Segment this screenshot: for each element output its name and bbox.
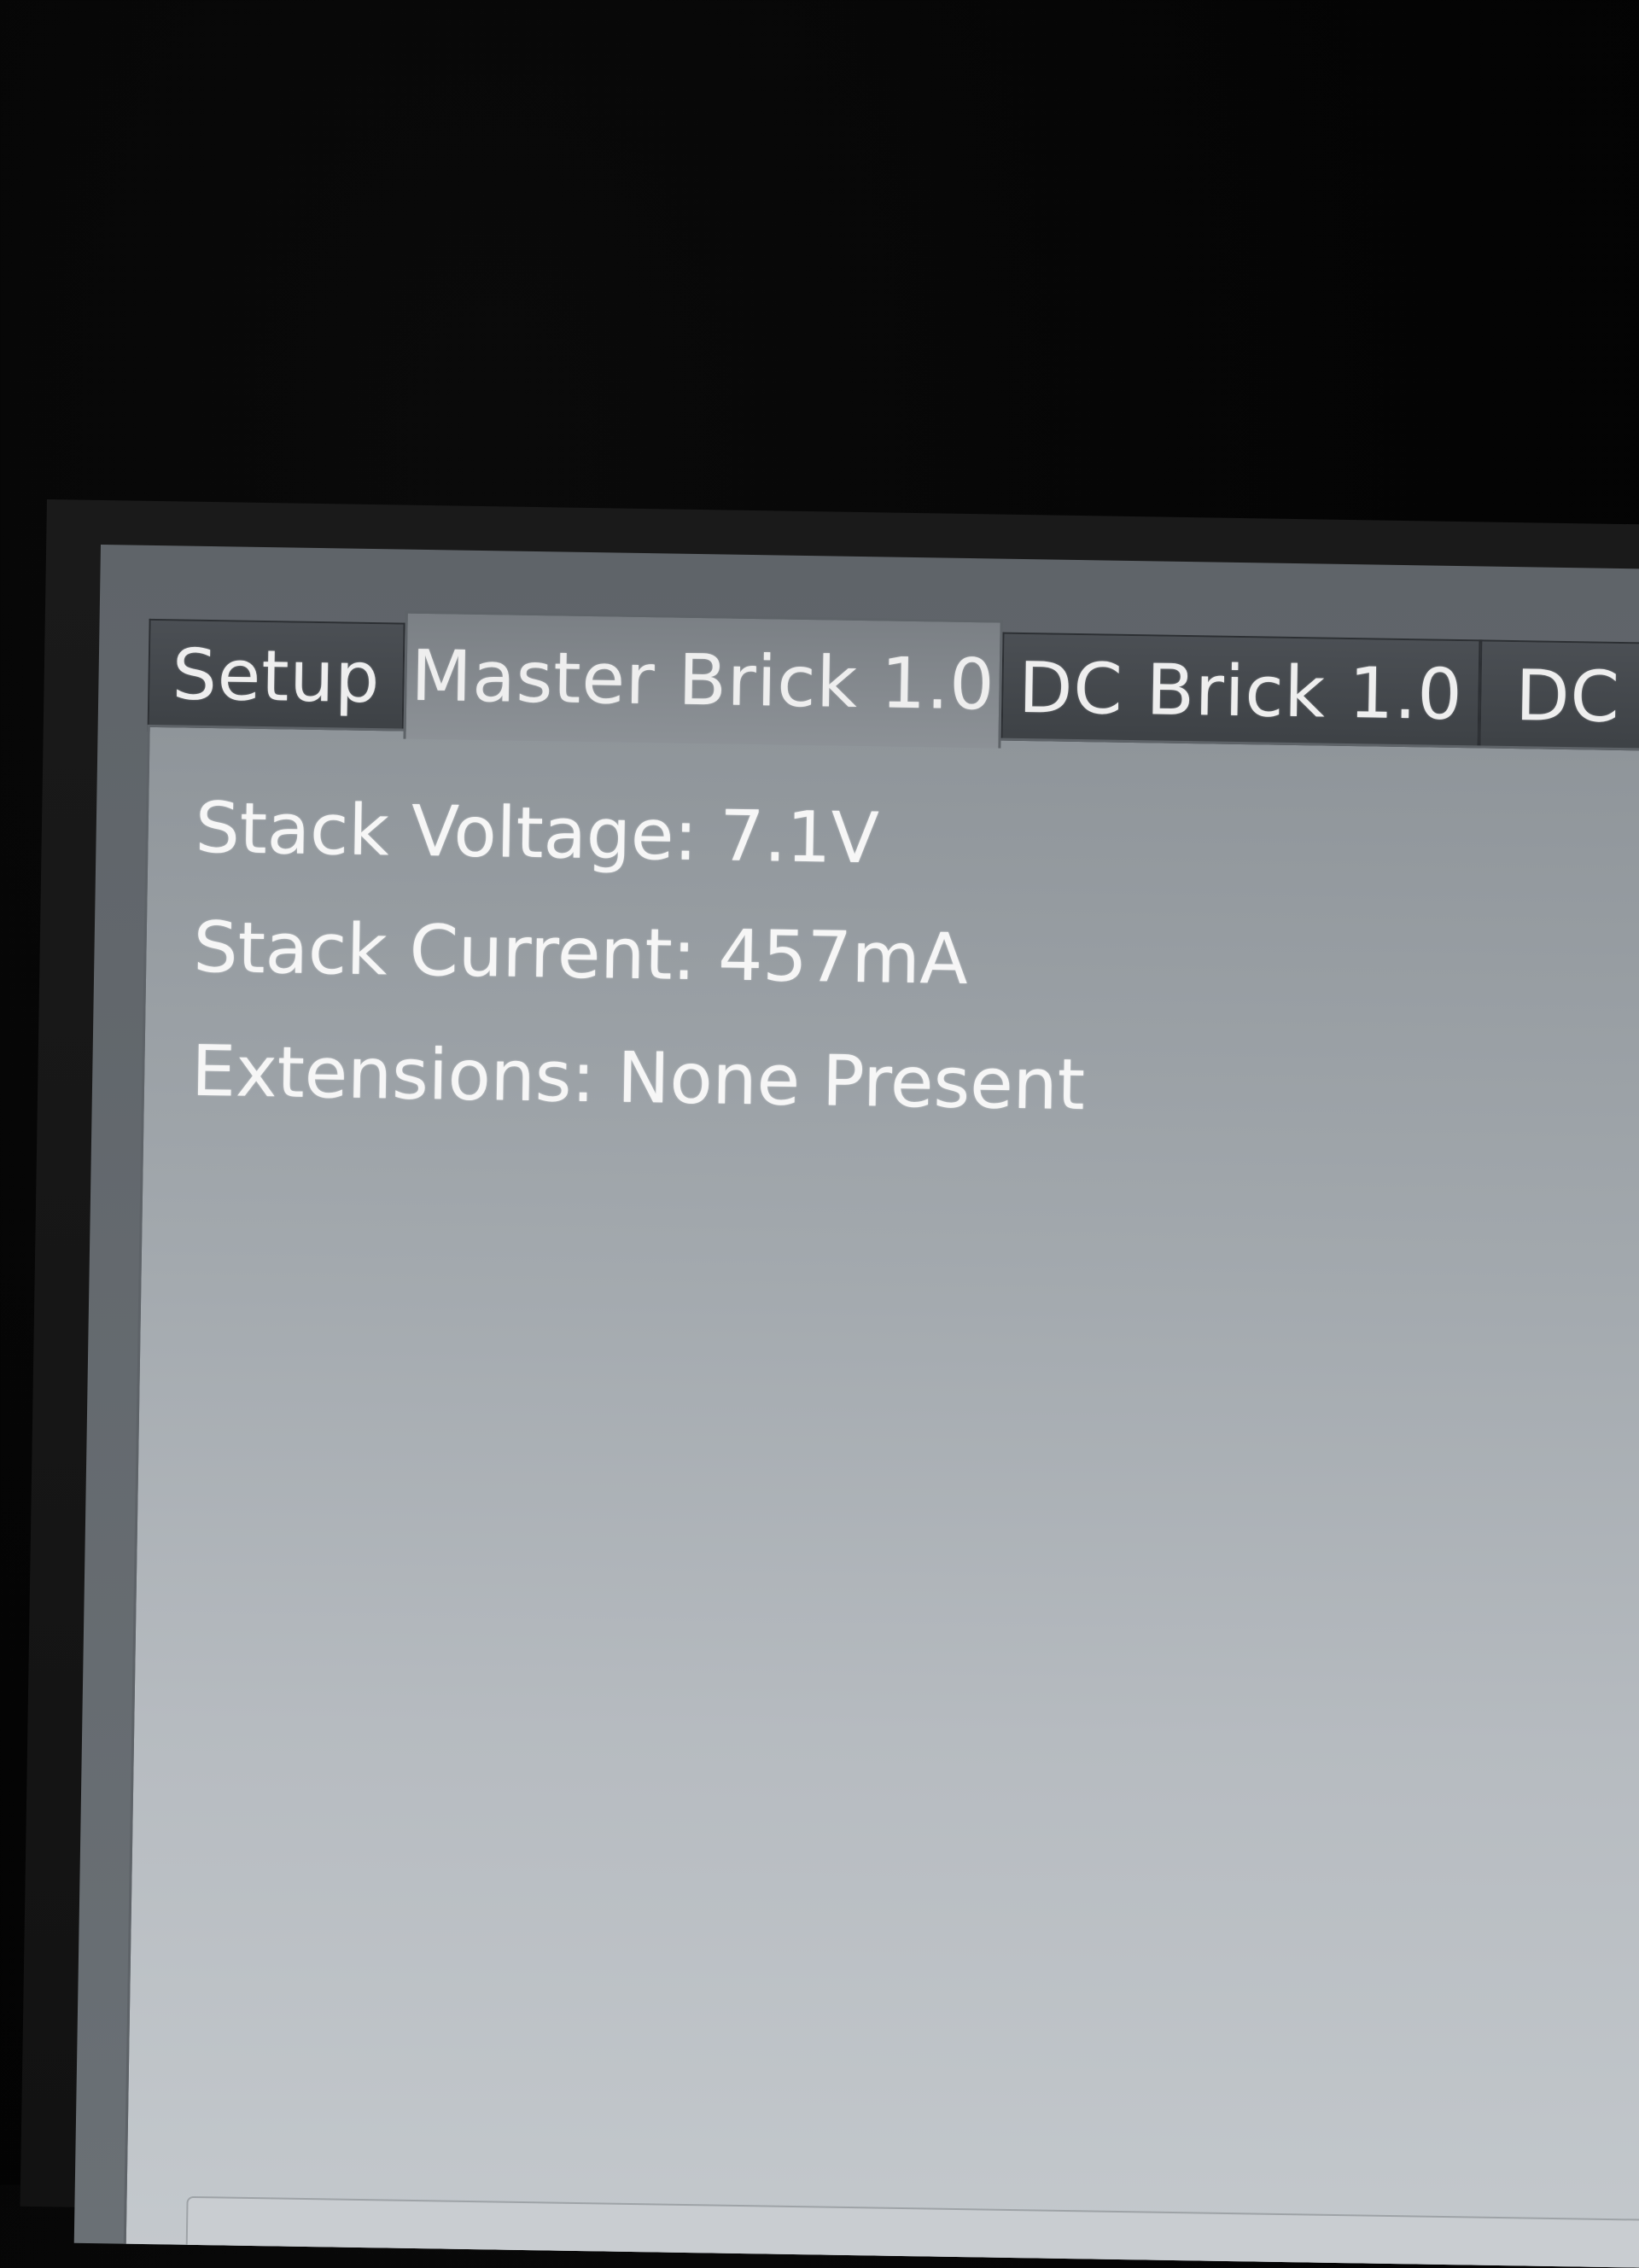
tab-setup[interactable]: Setup bbox=[147, 618, 405, 736]
tab-dc-partial[interactable]: DC bbox=[1479, 639, 1639, 758]
tab-master-brick-label: Master Brick 1.0 bbox=[410, 635, 996, 726]
tab-master-brick[interactable]: Master Brick 1.0 bbox=[403, 610, 1003, 749]
bottom-text-area[interactable] bbox=[185, 2195, 1639, 2268]
master-brick-panel: Stack Voltage: 7.1V Stack Current: 457mA… bbox=[123, 724, 1639, 2268]
app-window: Setup Master Brick 1.0 DC Brick 1.0 DC S… bbox=[73, 545, 1639, 2268]
tab-dc-partial-label: DC bbox=[1514, 656, 1621, 738]
stack-voltage-label: Stack Voltage: 7.1V bbox=[195, 787, 880, 880]
tab-dc-brick-label: DC Brick 1.0 bbox=[1018, 647, 1464, 737]
stack-current-label: Stack Current: 457mA bbox=[192, 907, 969, 1001]
tab-dc-brick[interactable]: DC Brick 1.0 bbox=[1000, 632, 1481, 753]
extensions-label: Extensions: None Present bbox=[190, 1030, 1086, 1127]
tab-setup-label: Setup bbox=[172, 634, 382, 720]
